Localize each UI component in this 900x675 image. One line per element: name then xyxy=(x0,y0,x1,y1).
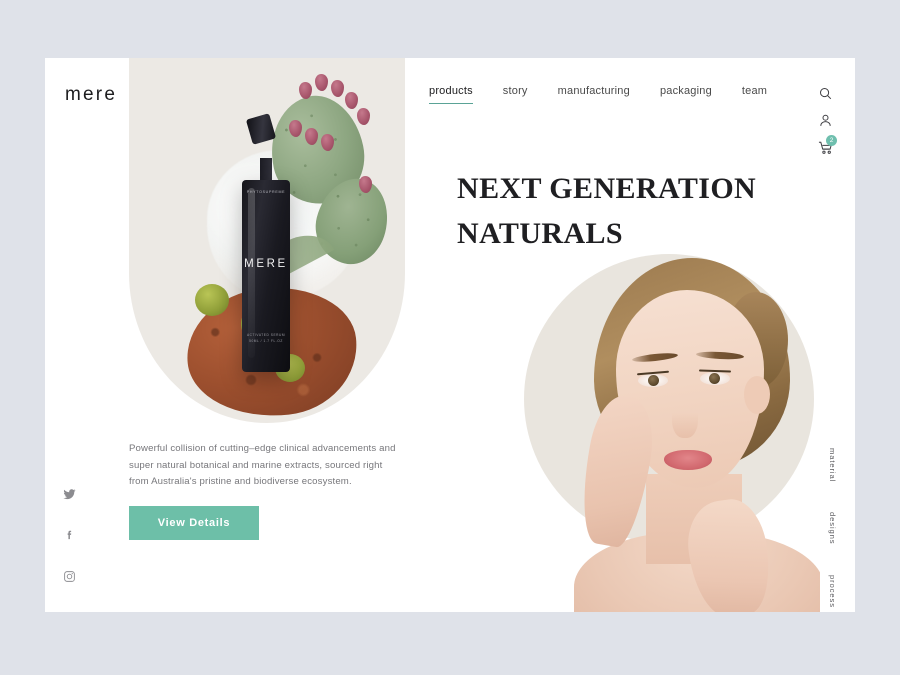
bottle-top-label: PHYTOSUPREME xyxy=(246,190,286,194)
instagram-icon[interactable] xyxy=(63,570,76,583)
nav-item-team[interactable]: team xyxy=(742,85,767,103)
headline-line-2: NATURALS xyxy=(457,217,624,250)
cart-count-badge: 2 xyxy=(826,135,837,146)
nav-item-manufacturing[interactable]: manufacturing xyxy=(558,85,630,103)
model-iris-left xyxy=(648,375,659,386)
model-portrait-image xyxy=(558,256,820,612)
cactus-fruit-icon xyxy=(357,108,370,125)
model-lips xyxy=(664,450,712,470)
model-ear xyxy=(744,376,770,414)
view-details-button[interactable]: View Details xyxy=(129,506,259,540)
header-icon-group: 2 xyxy=(818,86,837,155)
moss-ball-graphic xyxy=(195,284,229,316)
main-navigation: products story manufacturing packaging t… xyxy=(429,85,767,104)
page-title: NEXT GENERATION NATURALS xyxy=(457,166,817,256)
user-icon[interactable] xyxy=(818,113,833,128)
headline-line-1: NEXT GENERATION xyxy=(457,172,757,205)
brand-logo[interactable]: mere xyxy=(65,84,117,106)
side-rail-item-designs[interactable]: designs xyxy=(828,512,837,544)
model-photo-block xyxy=(512,248,839,612)
product-collage-panel: PHYTOSUPREME MERE ACTIVATED SERUM 50ML /… xyxy=(129,58,405,423)
hero-description: Powerful collision of cutting–edge clini… xyxy=(129,443,396,487)
side-rail-item-process[interactable]: process xyxy=(828,575,837,608)
nav-item-packaging[interactable]: packaging xyxy=(660,85,712,103)
nav-item-story[interactable]: story xyxy=(503,85,528,103)
search-icon[interactable] xyxy=(818,86,833,101)
cactus-fruit-icon xyxy=(315,74,328,91)
social-links xyxy=(63,488,76,583)
facebook-icon[interactable] xyxy=(63,529,76,542)
cactus-fruit-icon xyxy=(345,92,358,109)
cart-icon[interactable]: 2 xyxy=(818,135,837,155)
twitter-icon[interactable] xyxy=(63,488,76,501)
bottle-brand-label: MERE xyxy=(244,258,288,270)
nav-item-products[interactable]: products xyxy=(429,85,473,104)
model-iris-right xyxy=(709,373,720,384)
side-rail-item-material[interactable]: material xyxy=(828,448,837,482)
product-bottle[interactable]: PHYTOSUPREME MERE ACTIVATED SERUM 50ML /… xyxy=(242,180,290,372)
model-nose xyxy=(672,396,698,438)
side-rail: material designs process xyxy=(828,448,837,608)
page-card: mere PHYTOSUPREME MERE ACTIVATED SERUM 5… xyxy=(45,58,855,612)
bottle-sub-label: ACTIVATED SERUM 50ML / 1.7 FL.OZ xyxy=(246,333,286,343)
